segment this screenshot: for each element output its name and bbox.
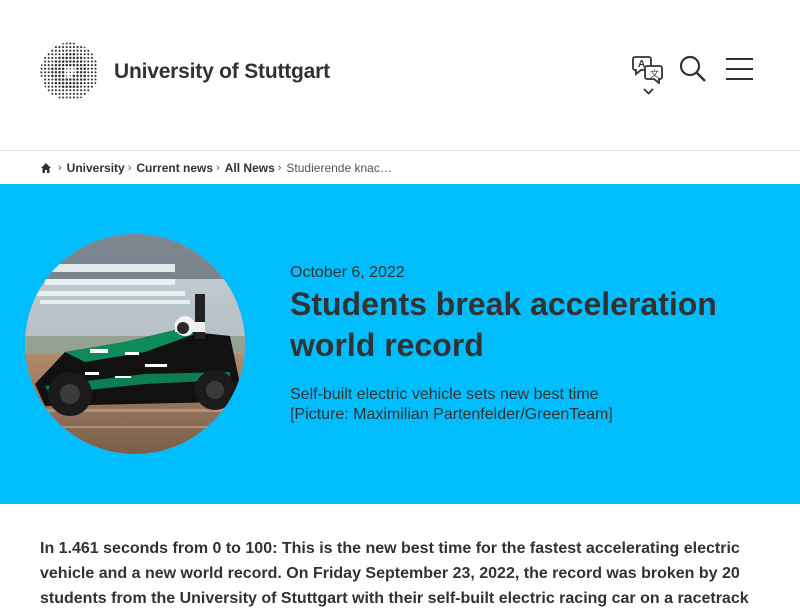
image-credit-line: [Picture: Maximilian Partenfelder/GreenT… xyxy=(290,406,613,423)
article-date: October 6, 2022 xyxy=(290,264,405,281)
article-title: Students break acceleration world record xyxy=(290,286,717,363)
chevron-down-icon[interactable] xyxy=(642,86,655,96)
university-logo-text[interactable]: University of Stuttgart xyxy=(114,60,330,84)
university-logo-icon xyxy=(40,42,97,99)
search-icon[interactable] xyxy=(679,55,707,83)
breadcrumb-item-all-news[interactable]: All News xyxy=(225,161,275,175)
hamburger-menu-icon[interactable] xyxy=(726,57,753,81)
article-hero: October 6, 2022 Students break accelerat… xyxy=(0,184,800,504)
language-switch-icon[interactable]: A 文 xyxy=(632,54,664,84)
breadcrumb-item-current-news[interactable]: Current news xyxy=(136,161,213,175)
svg-text:文: 文 xyxy=(650,68,659,80)
breadcrumb: › University › Current news › All News ›… xyxy=(0,150,800,184)
breadcrumb-separator: › xyxy=(127,162,132,174)
breadcrumb-item-university[interactable]: University xyxy=(67,161,125,175)
breadcrumb-current-page: Studierende knac… xyxy=(286,161,392,175)
image-caption-line: Self-built electric vehicle sets new bes… xyxy=(290,386,599,403)
breadcrumb-separator: › xyxy=(216,162,220,174)
image-caption: Self-built electric vehicle sets new bes… xyxy=(290,385,760,425)
hero-image-racing-car xyxy=(25,234,245,454)
home-icon[interactable] xyxy=(40,162,52,174)
breadcrumb-separator: › xyxy=(58,162,62,174)
breadcrumb-separator: › xyxy=(277,162,282,174)
site-header: University of Stuttgart A 文 xyxy=(0,0,800,150)
